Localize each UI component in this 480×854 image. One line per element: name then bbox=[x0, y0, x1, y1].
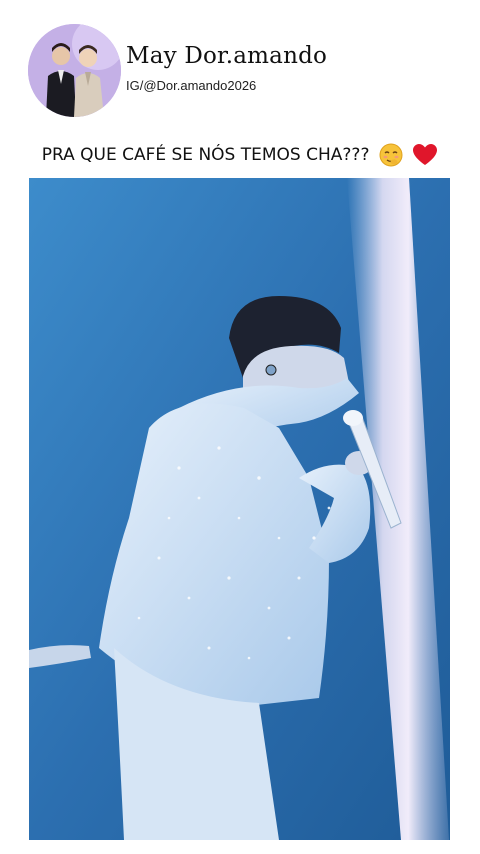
concert-video-frame bbox=[29, 178, 450, 840]
avatar-image bbox=[28, 24, 121, 117]
post-caption: PRA QUE CAFÉ SE NÓS TEMOS CHA??? bbox=[0, 143, 480, 167]
caption-text: PRA QUE CAFÉ SE NÓS TEMOS CHA??? bbox=[41, 145, 370, 165]
profile-name: May Dor.amando bbox=[126, 43, 328, 69]
avatar[interactable] bbox=[28, 24, 121, 117]
red-heart-emoji-icon bbox=[412, 143, 438, 167]
profile-handle: IG/@Dor.amando2026 bbox=[126, 78, 257, 93]
smiling-face-emoji-icon bbox=[379, 143, 403, 167]
video-player[interactable] bbox=[29, 178, 450, 840]
